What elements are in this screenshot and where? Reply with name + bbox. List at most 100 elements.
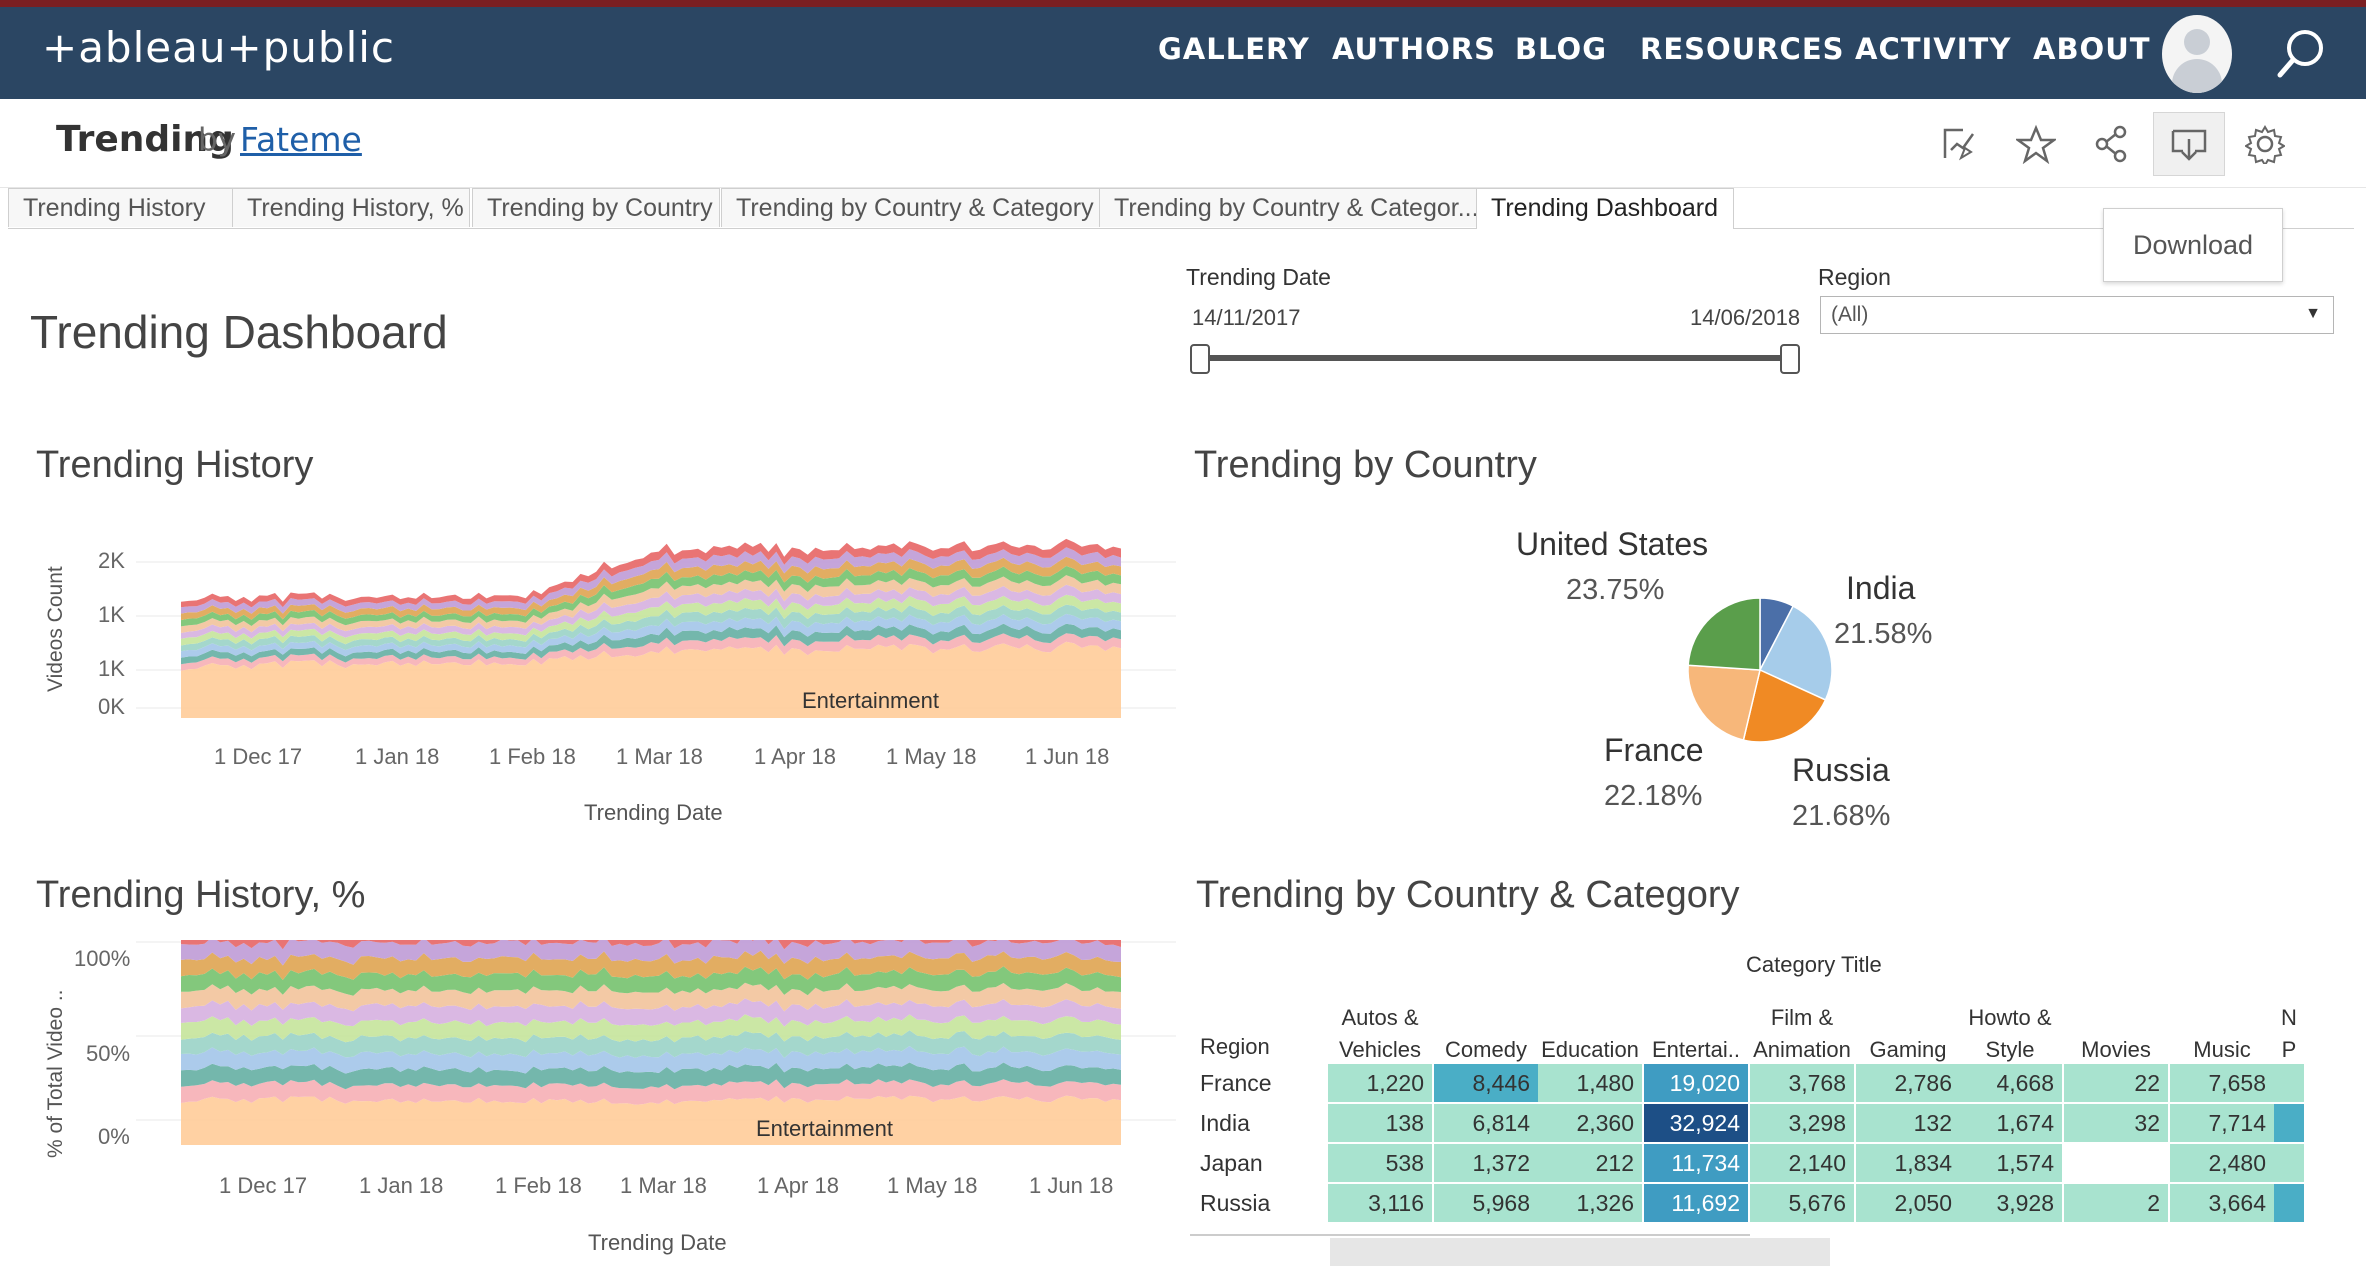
- history-pct-xtick: 1 May 18: [887, 1173, 978, 1198]
- heatmap-cell[interactable]: 32: [2064, 1104, 2168, 1142]
- trending-history-area-chart[interactable]: [136, 510, 1176, 730]
- heatmap-cell[interactable]: 11,692: [1644, 1184, 1748, 1222]
- heatmap-cell[interactable]: 2,786: [1856, 1064, 1960, 1102]
- user-avatar[interactable]: [2162, 15, 2232, 93]
- heatmap-cell[interactable]: 8,446: [1434, 1064, 1538, 1102]
- date-filter-end[interactable]: 14/06/2018: [1690, 305, 1800, 331]
- heatmap-cell[interactable]: 1,574: [1958, 1144, 2062, 1182]
- share-button[interactable]: [2077, 112, 2147, 174]
- date-slider-end-handle[interactable]: [1780, 344, 1800, 374]
- nav-gallery[interactable]: GALLERY: [1158, 32, 1310, 66]
- heatmap-cell[interactable]: [2274, 1144, 2304, 1182]
- country-pie-chart[interactable]: [1680, 590, 1840, 750]
- tab-trending-by-country-category-2[interactable]: Trending by Country & Categor...: [1099, 188, 1502, 227]
- star-icon: [2016, 124, 2056, 164]
- heatmap-cell[interactable]: 32,924: [1644, 1104, 1748, 1142]
- heatmap-cell[interactable]: 212: [1538, 1144, 1642, 1182]
- nav-resources[interactable]: RESOURCES: [1640, 32, 1845, 66]
- tableau-public-logo[interactable]: +ableau+public: [42, 23, 395, 72]
- pie-label-india: India: [1846, 570, 1916, 606]
- heatmap-cell[interactable]: 2: [2064, 1184, 2168, 1222]
- category-column-header[interactable]: Entertai..: [1644, 1034, 1748, 1066]
- settings-button[interactable]: [2230, 112, 2300, 174]
- heatmap-cell[interactable]: 132: [1856, 1104, 1960, 1142]
- heatmap-cell[interactable]: 19,020: [1644, 1064, 1748, 1102]
- heatmap-cell[interactable]: 1,220: [1328, 1064, 1432, 1102]
- heatmap-cell[interactable]: 3,664: [2170, 1184, 2274, 1222]
- category-column-header[interactable]: Gaming: [1856, 1034, 1960, 1066]
- pie-label-russia: Russia: [1792, 752, 1890, 788]
- heatmap-cell[interactable]: 2,050: [1856, 1184, 1960, 1222]
- edit-tool-button[interactable]: [1924, 112, 1994, 174]
- column-header-line: N: [2281, 1005, 2297, 1030]
- history-xtick: 1 Feb 18: [489, 744, 576, 769]
- gear-icon: [2245, 125, 2285, 164]
- heatmap-cell[interactable]: [2064, 1144, 2168, 1182]
- horizontal-scrollbar[interactable]: [1330, 1238, 1830, 1266]
- heatmap-cell[interactable]: 1,372: [1434, 1144, 1538, 1182]
- favorite-button[interactable]: [2001, 112, 2071, 174]
- nav-activity[interactable]: ACTIVITY: [1855, 32, 2011, 66]
- history-chart-title: Trending History: [36, 444, 314, 486]
- heatmap-cell[interactable]: 1,480: [1538, 1064, 1642, 1102]
- nav-about[interactable]: ABOUT: [2033, 32, 2151, 66]
- category-column-header[interactable]: Education: [1538, 1034, 1642, 1066]
- heatmap-cell[interactable]: 3,928: [1958, 1184, 2062, 1222]
- author-link[interactable]: Fateme: [240, 120, 362, 159]
- tab-trending-dashboard[interactable]: Trending Dashboard: [1476, 188, 1734, 229]
- region-select[interactable]: (All) ▼: [1820, 296, 2334, 334]
- heatmap-cell[interactable]: 22: [2064, 1064, 2168, 1102]
- tab-trending-history-pct[interactable]: Trending History, %: [232, 188, 470, 227]
- history-pct-xtick: 1 Jan 18: [359, 1173, 444, 1198]
- date-filter-start[interactable]: 14/11/2017: [1192, 305, 1300, 331]
- nav-blog[interactable]: BLOG: [1515, 32, 1607, 66]
- heatmap-cell[interactable]: 1,674: [1958, 1104, 2062, 1142]
- heatmap-cell[interactable]: 2,140: [1750, 1144, 1854, 1182]
- heatmap-cell[interactable]: [2274, 1064, 2304, 1102]
- heatmap-cell[interactable]: 6,814: [1434, 1104, 1538, 1142]
- category-column-header[interactable]: Comedy: [1434, 1034, 1538, 1066]
- history-pct-ytick: 50%: [86, 1041, 131, 1066]
- trending-history-pct-area-chart[interactable]: [136, 940, 1176, 1160]
- tab-trending-by-country[interactable]: Trending by Country: [472, 188, 720, 227]
- pie-pct-india: 21.58%: [1834, 618, 1933, 650]
- heatmap-cell[interactable]: [2274, 1104, 2304, 1142]
- column-header-line: Comedy: [1445, 1037, 1527, 1062]
- row-label-japan: Japan: [1200, 1150, 1263, 1176]
- date-slider-start-handle[interactable]: [1190, 344, 1210, 374]
- heatmap-cell[interactable]: [2274, 1184, 2304, 1222]
- category-column-header[interactable]: Movies: [2064, 1034, 2168, 1066]
- category-column-header[interactable]: Music: [2170, 1034, 2274, 1066]
- heatmap-cell[interactable]: 538: [1328, 1144, 1432, 1182]
- heatmap-cell[interactable]: 3,116: [1328, 1184, 1432, 1222]
- category-column-header[interactable]: Howto & Style: [1958, 1002, 2062, 1066]
- search-icon[interactable]: [2272, 23, 2332, 83]
- history-pct-xtick: 1 Feb 18: [495, 1173, 582, 1198]
- heatmap-cell[interactable]: 5,968: [1434, 1184, 1538, 1222]
- heatmap-cell[interactable]: 3,768: [1750, 1064, 1854, 1102]
- heatmap-cell[interactable]: 2,480: [2170, 1144, 2274, 1182]
- heatmap-cell[interactable]: 11,734: [1644, 1144, 1748, 1182]
- pie-label-france: France: [1604, 732, 1704, 768]
- category-column-header[interactable]: Film & Animation: [1750, 1002, 1854, 1066]
- heatmap-cell[interactable]: 2,360: [1538, 1104, 1642, 1142]
- heatmap-cell[interactable]: 4,668: [1958, 1064, 2062, 1102]
- tab-trending-by-country-category[interactable]: Trending by Country & Category: [721, 188, 1121, 227]
- tab-trending-history[interactable]: Trending History: [8, 188, 241, 227]
- heatmap-cell[interactable]: 5,676: [1750, 1184, 1854, 1222]
- nav-authors[interactable]: AUTHORS: [1332, 32, 1496, 66]
- column-header-line: Entertai..: [1651, 1037, 1741, 1062]
- history-pct-ytick: 0%: [98, 1124, 130, 1149]
- heatmap-cell[interactable]: 1,834: [1856, 1144, 1960, 1182]
- date-range-slider[interactable]: [1196, 355, 1790, 361]
- history-xtick: 1 Jun 18: [1025, 744, 1110, 769]
- history-ytick: 1K: [98, 656, 125, 681]
- heatmap-cell[interactable]: 7,714: [2170, 1104, 2274, 1142]
- category-column-header[interactable]: Autos & Vehicles: [1328, 1002, 1432, 1066]
- category-column-header[interactable]: NP: [2274, 1002, 2304, 1066]
- heatmap-cell[interactable]: 138: [1328, 1104, 1432, 1142]
- heatmap-cell[interactable]: 7,658: [2170, 1064, 2274, 1102]
- heatmap-cell[interactable]: 3,298: [1750, 1104, 1854, 1142]
- download-button[interactable]: [2153, 112, 2225, 176]
- heatmap-cell[interactable]: 1,326: [1538, 1184, 1642, 1222]
